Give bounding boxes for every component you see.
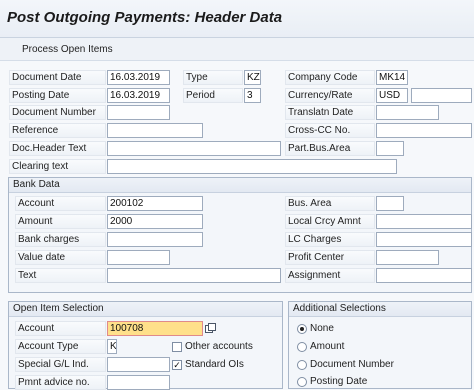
currency-rate-label: Currency/Rate <box>285 88 375 103</box>
local-crcy-amnt-label: Local Crcy Amnt <box>285 214 375 229</box>
posting-date-field[interactable]: 16.03.2019 <box>107 88 170 103</box>
radio-none-label: None <box>310 323 334 334</box>
exchange-rate-field[interactable] <box>411 88 472 103</box>
lc-charges-label: LC Charges <box>285 232 375 247</box>
local-crcy-amnt-field[interactable] <box>376 214 472 229</box>
standard-ois-checkbox[interactable]: ✓ <box>172 360 182 370</box>
part-bus-area-label: Part.Bus.Area <box>285 141 375 156</box>
special-gl-ind-label: Special G/L Ind. <box>15 357 106 372</box>
doc-header-text-label: Doc.Header Text <box>9 141 106 156</box>
amount-field[interactable]: 2000 <box>107 214 203 229</box>
bank-charges-label: Bank charges <box>15 232 106 247</box>
amount-label: Amount <box>15 214 106 229</box>
other-accounts-label: Other accounts <box>185 341 253 352</box>
standard-ois-label: Standard OIs <box>185 359 244 370</box>
profit-center-field[interactable] <box>376 250 439 265</box>
additional-selections-title: Additional Selections <box>289 302 471 317</box>
pmnt-advice-no-label: Pmnt advice no. <box>15 375 106 390</box>
part-bus-area-field[interactable] <box>376 141 404 156</box>
company-code-field[interactable]: MK14 <box>376 70 408 85</box>
assignment-label: Assignment <box>285 268 375 283</box>
special-gl-ind-field[interactable] <box>107 357 170 372</box>
account-type-field[interactable]: K <box>107 339 117 354</box>
translation-date-label: Translatn Date <box>285 105 375 120</box>
process-open-items-button[interactable]: Process Open Items <box>8 42 127 57</box>
period-label: Period <box>183 88 243 103</box>
account-type-label: Account Type <box>15 339 106 354</box>
text-field[interactable] <box>107 268 281 283</box>
radio-document-number[interactable] <box>297 360 307 370</box>
radio-document-number-label: Document Number <box>310 359 394 370</box>
document-number-label: Document Number <box>9 105 106 120</box>
reference-field[interactable] <box>107 123 203 138</box>
oi-account-field[interactable]: 100708 <box>107 321 203 336</box>
bank-account-field[interactable]: 200102 <box>107 196 203 211</box>
bank-charges-field[interactable] <box>107 232 203 247</box>
reference-label: Reference <box>9 123 106 138</box>
oi-account-label: Account <box>15 321 106 336</box>
bus-area-field[interactable] <box>376 196 404 211</box>
currency-field[interactable]: USD <box>376 88 408 103</box>
document-date-field[interactable]: 16.03.2019 <box>107 70 170 85</box>
lc-charges-field[interactable] <box>376 232 472 247</box>
document-type-field[interactable]: KZ <box>244 70 261 85</box>
clearing-text-label: Clearing text <box>9 159 106 174</box>
open-item-selection-title: Open Item Selection <box>9 302 282 317</box>
matchcode-icon[interactable] <box>205 323 216 334</box>
bus-area-label: Bus. Area <box>285 196 375 211</box>
title-bar: Post Outgoing Payments: Header Data <box>0 0 474 38</box>
other-accounts-checkbox[interactable] <box>172 342 182 352</box>
page-title: Post Outgoing Payments: Header Data <box>7 9 283 26</box>
application-toolbar: Process Open Items <box>0 38 474 61</box>
bank-account-label: Account <box>15 196 106 211</box>
doc-header-text-field[interactable] <box>107 141 281 156</box>
type-label: Type <box>183 70 243 85</box>
pmnt-advice-no-field[interactable] <box>107 375 170 390</box>
profit-center-label: Profit Center <box>285 250 375 265</box>
assignment-field[interactable] <box>376 268 472 283</box>
radio-amount[interactable] <box>297 342 307 352</box>
translation-date-field[interactable] <box>376 105 439 120</box>
cross-cc-no-label: Cross-CC No. <box>285 123 375 138</box>
text-label: Text <box>15 268 106 283</box>
value-date-field[interactable] <box>107 250 170 265</box>
posting-date-label: Posting Date <box>9 88 106 103</box>
period-field[interactable]: 3 <box>244 88 261 103</box>
radio-none[interactable] <box>297 324 307 334</box>
radio-posting-date[interactable] <box>297 377 307 387</box>
clearing-text-field[interactable] <box>107 159 397 174</box>
bank-data-title: Bank Data <box>9 178 471 193</box>
cross-cc-no-field[interactable] <box>376 123 472 138</box>
radio-amount-label: Amount <box>310 341 345 352</box>
document-date-label: Document Date <box>9 70 106 85</box>
company-code-label: Company Code <box>285 70 375 85</box>
radio-posting-date-label: Posting Date <box>310 376 368 387</box>
value-date-label: Value date <box>15 250 106 265</box>
document-number-field[interactable] <box>107 105 170 120</box>
